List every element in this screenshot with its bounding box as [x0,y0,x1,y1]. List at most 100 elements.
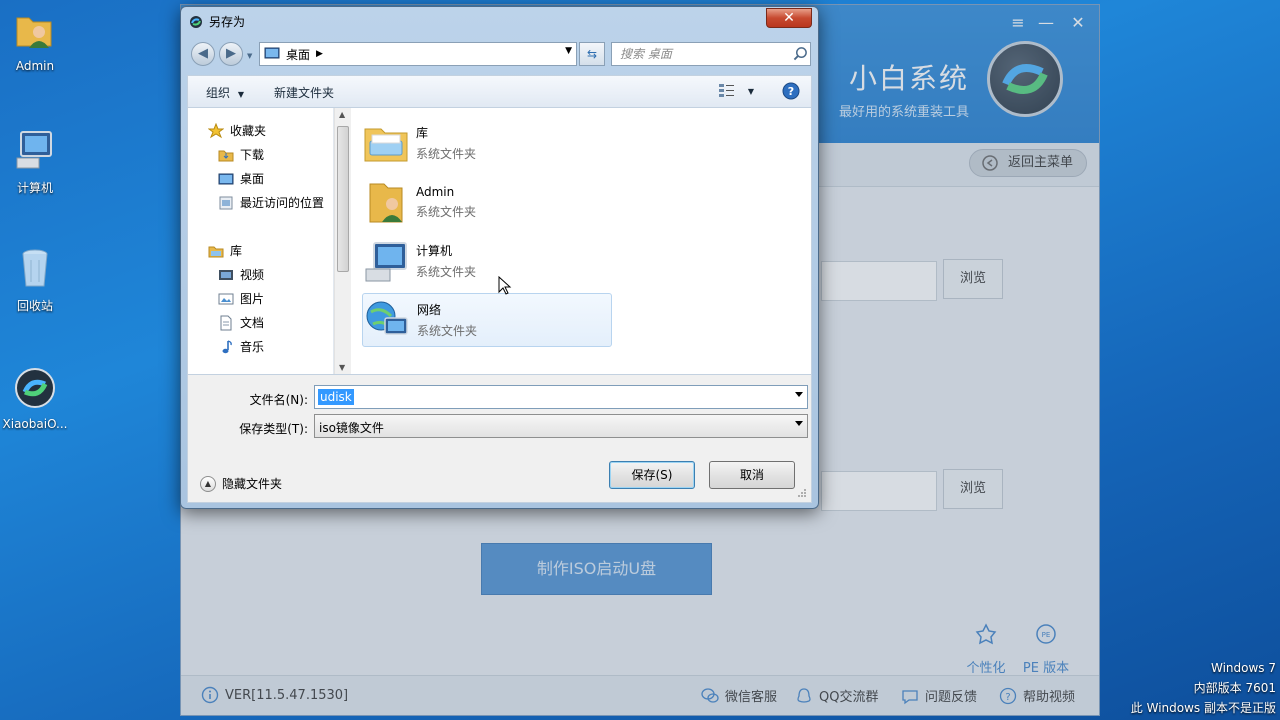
desktop-icon-label: XiaobaiO... [2,417,68,431]
nav-pane-scrollbar[interactable]: ▲ ▼ [334,108,351,374]
view-options-button[interactable]: ▼ [718,82,754,101]
dialog-save-options: 文件名(N): udisk 保存类型(T): iso镜像文件 ▲ 隐藏文件夹 保… [187,375,812,503]
filetype-select[interactable]: iso镜像文件 [314,414,808,438]
nav-label: 桌面 [240,172,265,186]
dialog-titlebar: 另存为 [189,13,245,30]
file-item-libraries[interactable]: 库 系统文件夹 [362,116,612,170]
filename-label: 文件名(N): [249,393,308,407]
filetype-label: 保存类型(T): [239,422,308,436]
desktop-icon [218,173,234,184]
library-folder-icon [364,128,408,162]
search-input[interactable]: 搜索 桌面 [611,42,811,66]
desktop-icon-label: 回收站 [16,299,53,313]
video-icon [219,269,233,280]
breadcrumb-chevron-icon[interactable]: ▶ [316,49,323,59]
back-button[interactable]: ◀ [191,42,215,66]
scroll-down-icon[interactable]: ▼ [339,363,345,372]
nav-item-pictures[interactable]: 图片 [218,290,264,307]
view-list-icon [719,84,734,97]
file-type: 系统文件夹 [416,147,477,161]
chevron-down-icon[interactable] [795,392,803,397]
nav-label: 收藏夹 [230,124,267,138]
file-item-network[interactable]: 网络 系统文件夹 [362,293,612,347]
dialog-title: 另存为 [209,15,246,29]
watermark-line: Windows 7 [1210,661,1276,675]
mouse-cursor-icon [498,276,512,295]
desktop-icon-admin[interactable]: Admin [2,8,68,73]
dialog-body: 收藏夹 下载 桌面 最近访问的位置 库 视频 图片 文档 音乐 ▲ ▼ 库 系统… [187,107,812,375]
help-button[interactable]: ? [782,82,800,103]
desktop-icon-xiaobai[interactable]: XiaobaiO... [2,366,68,431]
cancel-button[interactable]: 取消 [709,461,795,489]
chevron-down-icon: ▼ [747,87,754,96]
xiaobai-app-icon [15,368,55,408]
file-item-admin[interactable]: Admin 系统文件夹 [362,175,612,229]
chevron-up-icon: ▲ [200,475,216,492]
file-item-computer[interactable]: 计算机 系统文件夹 [362,234,612,288]
nav-label: 最近访问的位置 [240,196,325,210]
dialog-close-button[interactable]: ✕ [766,8,812,28]
desktop-icon [264,47,280,59]
svg-text:?: ? [788,85,794,98]
nav-label: 下载 [240,148,265,162]
network-icon [366,301,408,335]
save-button[interactable]: 保存(S) [609,461,695,489]
computer-icon [365,242,407,282]
help-icon: ? [782,82,800,100]
watermark-line: 内部版本 7601 [1193,681,1276,695]
desktop-icon-label: Admin [15,59,55,73]
pictures-icon [218,293,234,304]
save-as-dialog: 另存为 ✕ ◀ ▶ ▼ 桌面 ▶ ▼ ⇆ 搜索 桌面 组织 ▼ 新建文件夹 ▼ [180,6,819,509]
documents-icon [220,315,232,330]
file-list: 库 系统文件夹 Admin 系统文件夹 计算机 系统文件夹 网络 系统文件夹 [352,108,811,374]
chevron-down-icon: ▼ [237,90,244,99]
organize-menu[interactable]: 组织 ▼ [206,84,244,101]
nav-item-downloads[interactable]: 下载 [218,146,264,163]
nav-item-music[interactable]: 音乐 [218,338,264,355]
file-name: 计算机 [416,244,453,258]
desktop-icon-computer[interactable]: 计算机 [2,128,68,196]
filetype-value: iso镜像文件 [319,421,384,435]
forward-button[interactable]: ▶ [219,42,243,66]
nav-label: 文档 [240,316,265,330]
search-icon [793,47,807,61]
address-bar[interactable]: 桌面 ▶ ▼ [259,42,577,66]
desktop-icon-label: 计算机 [16,181,53,195]
resize-grip-icon[interactable] [797,488,807,498]
scrollbar-thumb[interactable] [337,126,349,272]
xiaobai-app-icon [190,15,202,28]
windows-watermark: Windows 7 内部版本 7601 此 Windows 副本不是正版 [1131,658,1276,718]
address-text: 桌面 [286,47,311,62]
desktop-icon-recycle-bin[interactable]: 回收站 [2,246,68,314]
organize-label: 组织 [206,86,231,100]
file-name: Admin [416,184,455,199]
scroll-up-icon[interactable]: ▲ [339,110,345,119]
nav-item-desktop[interactable]: 桌面 [218,170,264,187]
dialog-toolbar: 组织 ▼ 新建文件夹 ▼ ? [187,75,812,107]
nav-label: 视频 [240,268,265,282]
nav-item-recent-places[interactable]: 最近访问的位置 [218,194,324,211]
nav-libraries[interactable]: 库 [208,242,242,259]
chevron-down-icon[interactable] [795,421,803,426]
file-type: 系统文件夹 [416,265,477,279]
file-name: 库 [416,126,429,140]
nav-item-videos[interactable]: 视频 [218,266,264,283]
nav-item-documents[interactable]: 文档 [218,314,264,331]
recycle-bin-icon [22,249,48,287]
user-folder-icon [369,183,403,223]
recent-pages-dropdown-icon[interactable]: ▼ [247,52,252,60]
nav-favorites[interactable]: 收藏夹 [208,122,266,139]
nav-label: 库 [230,244,243,258]
address-dropdown-icon[interactable]: ▼ [565,46,572,56]
navigation-pane: 收藏夹 下载 桌面 最近访问的位置 库 视频 图片 文档 音乐 [188,108,334,374]
refresh-button[interactable]: ⇆ [579,42,605,66]
watermark-line: 此 Windows 副本不是正版 [1130,701,1276,715]
star-icon [208,122,224,138]
computer-icon [16,131,52,169]
filename-input[interactable]: udisk [314,385,808,409]
music-icon [222,339,232,353]
new-folder-button[interactable]: 新建文件夹 [274,84,334,101]
filename-value: udisk [318,389,354,405]
file-type: 系统文件夹 [416,204,477,219]
hide-folders-toggle[interactable]: ▲ 隐藏文件夹 [200,475,282,492]
